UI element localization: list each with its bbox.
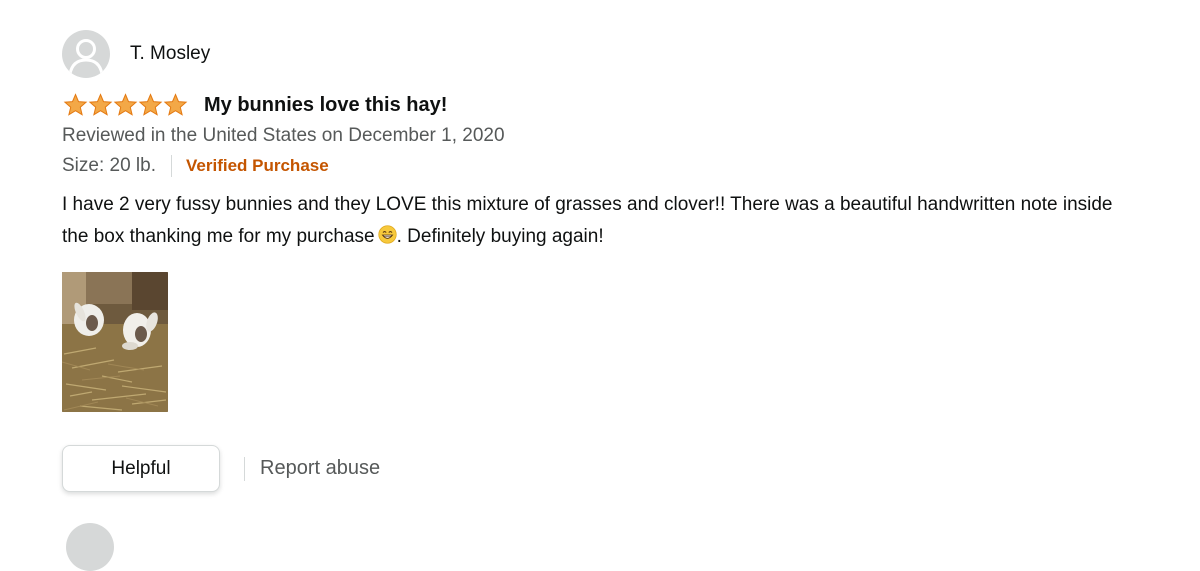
next-review-avatar[interactable] — [66, 523, 114, 571]
user-silhouette-icon — [68, 39, 104, 75]
grinning-face-emoji-icon — [377, 225, 397, 244]
reviewer-name[interactable]: T. Mosley — [130, 43, 210, 65]
review-card: T. Mosley My bunnies love this hay! Revi… — [62, 30, 1162, 492]
star-icon — [113, 93, 138, 116]
review-text-part-2: . Definitely buying again! — [396, 226, 604, 247]
review-format-row: Size: 20 lb. Verified Purchase — [62, 153, 1162, 179]
star-icon — [63, 93, 88, 116]
review-date: Reviewed in the United States on Decembe… — [62, 125, 505, 146]
helpful-button[interactable]: Helpful — [62, 445, 220, 492]
review-title[interactable]: My bunnies love this hay! — [204, 94, 447, 117]
review-text: I have 2 very fussy bunnies and they LOV… — [62, 189, 1122, 253]
star-icon — [138, 93, 163, 116]
actions-divider — [244, 456, 245, 481]
verified-purchase-badge[interactable]: Verified Purchase — [186, 153, 329, 179]
review-actions: Helpful Report abuse — [62, 445, 1162, 492]
report-abuse-link[interactable]: Report abuse — [260, 457, 380, 480]
reviewer-profile[interactable]: T. Mosley — [62, 30, 1162, 78]
avatar[interactable] — [62, 30, 110, 78]
format-divider — [171, 155, 172, 177]
review-title-row: My bunnies love this hay! — [62, 91, 1162, 119]
review-photo[interactable] — [62, 272, 168, 412]
star-icon — [88, 93, 113, 116]
star-icon — [163, 93, 188, 116]
size-label[interactable]: Size: 20 lb. — [62, 153, 156, 179]
star-rating[interactable] — [63, 93, 188, 117]
